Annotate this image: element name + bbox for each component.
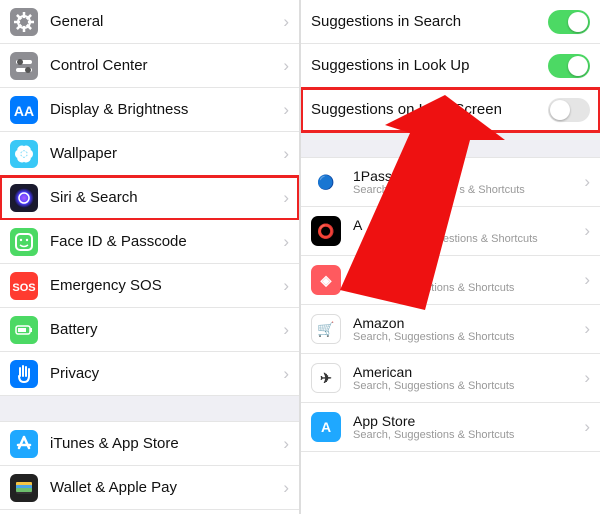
toggle-row-suggestions-in-look-up: Suggestions in Look Up <box>301 44 600 88</box>
chevron-right-icon: › <box>584 221 590 241</box>
app-icon: A <box>311 412 341 442</box>
face-icon <box>10 228 38 256</box>
row-label: Wallet & Apple Pay <box>50 479 277 496</box>
siri-icon <box>10 184 38 212</box>
chevron-right-icon: › <box>283 478 289 498</box>
app-row--pass[interactable]: 🔵 1PassSearchxxxxxxxxxxxxxs & Shortcuts › <box>301 158 600 207</box>
chevron-right-icon: › <box>584 417 590 437</box>
hand-icon <box>10 360 38 388</box>
flower-icon <box>10 140 38 168</box>
app-subtitle: Search, Suggestions & Shortcuts <box>353 380 578 393</box>
sos-icon: SOS <box>10 272 38 300</box>
app-name: American <box>353 364 578 380</box>
appstore-icon <box>10 430 38 458</box>
switches-icon <box>10 52 38 80</box>
app-row-american[interactable]: ✈ AmericanSearch, Suggestions & Shortcuts… <box>301 354 600 403</box>
app-icon: 🔵 <box>311 167 341 197</box>
toggle-label: Suggestions in Search <box>311 13 548 30</box>
row-label: Emergency SOS <box>50 277 277 294</box>
settings-pane-left: General › Control Center › AA Display & Brigh… <box>0 0 299 514</box>
app-name: Amazon <box>353 315 578 331</box>
app-name: 1Pass <box>353 168 578 184</box>
wallet-icon <box>10 474 38 502</box>
battery-icon <box>10 316 38 344</box>
app-name: App Store <box>353 413 578 429</box>
app-row-airbnb[interactable]: ◈ AirbnbSearch, Suggestions & Shortcuts › <box>301 256 600 305</box>
toggle-label: Suggestions in Look Up <box>311 57 548 74</box>
settings-row-face-id-passcode[interactable]: Face ID & Passcode › <box>0 220 299 264</box>
app-subtitle: xxxxxxxxxxxxxuggestions & Shortcuts <box>353 233 578 246</box>
settings-pane-right: Suggestions in Search Suggestions in Look… <box>301 0 600 514</box>
app-icon: ✈ <box>311 363 341 393</box>
app-row-a[interactable]: ⭕ Axxxxxxxxxxxxxuggestions & Shortcuts › <box>301 207 600 256</box>
row-label: Siri & Search <box>50 189 277 206</box>
settings-row-control-center[interactable]: Control Center › <box>0 44 299 88</box>
toggle-row-suggestions-on-lock-screen: Suggestions on Lock Screen <box>301 88 600 132</box>
settings-row-display-brightness[interactable]: AA Display & Brightness › <box>0 88 299 132</box>
app-icon: ◈ <box>311 265 341 295</box>
svg-text:AA: AA <box>14 103 34 119</box>
settings-row-privacy[interactable]: Privacy › <box>0 352 299 396</box>
toggle-switch[interactable] <box>548 54 590 78</box>
row-label: Display & Brightness <box>50 101 277 118</box>
chevron-right-icon: › <box>584 368 590 388</box>
row-label: Battery <box>50 321 277 338</box>
settings-row-general[interactable]: General › <box>0 0 299 44</box>
section-gap <box>301 132 600 158</box>
app-name: A <box>353 217 578 233</box>
chevron-right-icon: › <box>283 232 289 252</box>
chevron-right-icon: › <box>584 270 590 290</box>
app-subtitle: Search, Suggestions & Shortcuts <box>353 282 578 295</box>
svg-text:SOS: SOS <box>12 282 35 294</box>
settings-row-siri-search[interactable]: Siri & Search › <box>0 176 299 220</box>
aa-icon: AA <box>10 96 38 124</box>
row-label: Wallpaper <box>50 145 277 162</box>
row-label: Face ID & Passcode <box>50 233 277 250</box>
app-icon: ⭕ <box>311 216 341 246</box>
chevron-right-icon: › <box>283 12 289 32</box>
row-label: General <box>50 13 277 30</box>
chevron-right-icon: › <box>283 144 289 164</box>
app-row-amazon[interactable]: 🛒 AmazonSearch, Suggestions & Shortcuts › <box>301 305 600 354</box>
app-subtitle: Search, Suggestions & Shortcuts <box>353 331 578 344</box>
row-label: Privacy <box>50 365 277 382</box>
app-subtitle: Search, Suggestions & Shortcuts <box>353 429 578 442</box>
row-label: Control Center <box>50 57 277 74</box>
toggle-row-suggestions-in-search: Suggestions in Search <box>301 0 600 44</box>
app-subtitle: Searchxxxxxxxxxxxxxs & Shortcuts <box>353 184 578 197</box>
toggle-switch[interactable] <box>548 98 590 122</box>
settings-row-emergency-sos[interactable]: SOS Emergency SOS › <box>0 264 299 308</box>
gear-icon <box>10 8 38 36</box>
toggle-label: Suggestions on Lock Screen <box>311 101 548 118</box>
chevron-right-icon: › <box>584 172 590 192</box>
app-icon: 🛒 <box>311 314 341 344</box>
settings-row-store[interactable]: iTunes & App Store › <box>0 422 299 466</box>
chevron-right-icon: › <box>283 364 289 384</box>
chevron-right-icon: › <box>283 56 289 76</box>
toggle-switch[interactable] <box>548 10 590 34</box>
settings-row-battery[interactable]: Battery › <box>0 308 299 352</box>
section-gap <box>0 396 299 422</box>
chevron-right-icon: › <box>283 276 289 296</box>
settings-row-wallpaper[interactable]: Wallpaper › <box>0 132 299 176</box>
chevron-right-icon: › <box>584 319 590 339</box>
chevron-right-icon: › <box>283 188 289 208</box>
chevron-right-icon: › <box>283 320 289 340</box>
chevron-right-icon: › <box>283 434 289 454</box>
row-label: iTunes & App Store <box>50 435 277 452</box>
app-row-app-store[interactable]: A App StoreSearch, Suggestions & Shortcut… <box>301 403 600 452</box>
app-name: Airbnb <box>353 266 578 282</box>
settings-row-wallet[interactable]: Wallet & Apple Pay › <box>0 466 299 510</box>
chevron-right-icon: › <box>283 100 289 120</box>
